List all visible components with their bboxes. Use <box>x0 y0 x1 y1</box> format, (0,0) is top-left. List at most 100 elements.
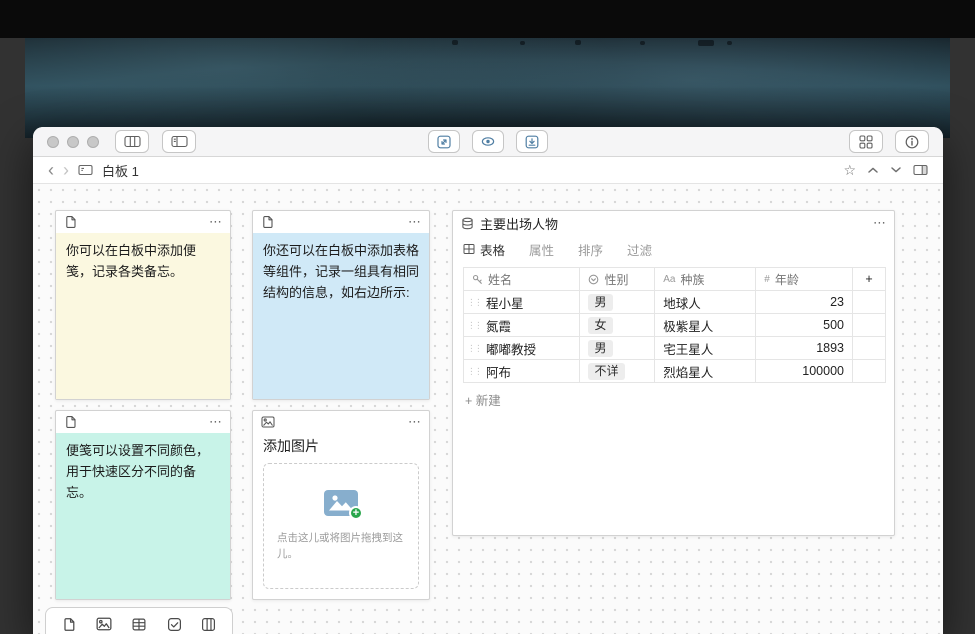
download-button[interactable] <box>516 130 548 153</box>
cell-name[interactable]: ⋮⋮阿布 <box>464 360 580 383</box>
columns-view-button[interactable] <box>115 130 149 153</box>
split-view-button[interactable] <box>913 164 928 176</box>
back-button[interactable]: ‹ <box>48 160 54 180</box>
wallpaper-artifact <box>640 41 645 45</box>
table-card-header: 主要出场人物 ⋯ <box>453 211 894 235</box>
more-icon[interactable]: ⋯ <box>873 218 886 228</box>
table-card[interactable]: 主要出场人物 ⋯ 表格 属性 排序 过滤 <box>452 210 895 536</box>
traffic-lights <box>47 136 99 148</box>
wallpaper-artifact <box>452 40 458 45</box>
cell-name[interactable]: ⋮⋮嘟嘟教授 <box>464 337 580 360</box>
cell-name[interactable]: ⋮⋮氮霞 <box>464 314 580 337</box>
dropzone-hint: 点击这儿或将图片拖拽到这儿。 <box>277 530 405 562</box>
info-button[interactable] <box>895 130 929 153</box>
fit-screen-button[interactable] <box>428 130 460 153</box>
document-navbar: ‹ › 白板 1 ☆ <box>33 157 943 184</box>
add-image-icon: + <box>324 490 358 516</box>
note-icon <box>261 215 275 229</box>
info-icon <box>904 134 920 150</box>
cell-age[interactable]: 23 <box>756 291 853 314</box>
minimize-button[interactable] <box>67 136 79 148</box>
add-table-button[interactable] <box>131 617 147 632</box>
cell-species[interactable]: 地球人 <box>655 291 756 314</box>
cell-age[interactable]: 500 <box>756 314 853 337</box>
cell-gender[interactable]: 男 <box>580 291 655 314</box>
number-field-icon: # <box>764 274 770 285</box>
column-header-name[interactable]: 姓名 <box>464 268 580 291</box>
insert-toolbar <box>45 607 233 634</box>
forward-button[interactable]: › <box>63 160 69 180</box>
cell-empty[interactable] <box>853 337 886 360</box>
add-todo-button[interactable] <box>167 617 182 632</box>
cell-species[interactable]: 宅王星人 <box>655 337 756 360</box>
cell-gender[interactable]: 不详 <box>580 360 655 383</box>
cell-empty[interactable] <box>853 291 886 314</box>
column-header-age[interactable]: # 年龄 <box>756 268 853 291</box>
kanban-icon <box>201 617 216 632</box>
image-card[interactable]: ⋯ 添加图片 + 点击这儿或将图片拖拽到这儿。 <box>252 410 430 600</box>
gender-tag: 男 <box>588 340 612 357</box>
drag-handle-icon[interactable]: ⋮⋮ <box>467 367 481 375</box>
cell-species[interactable]: 烈焰星人 <box>655 360 756 383</box>
tab-filter[interactable]: 过滤 <box>627 240 652 259</box>
more-icon[interactable]: ⋯ <box>209 417 222 427</box>
note-text[interactable]: 便笺可以设置不同颜色，用于快速区分不同的备忘。 <box>56 433 230 599</box>
note-text[interactable]: 你可以在白板中添加便笺，记录各类备忘。 <box>56 233 230 399</box>
note-icon <box>62 617 77 632</box>
chevron-up-button[interactable] <box>867 166 879 174</box>
sidebar-toggle-button[interactable] <box>162 130 196 153</box>
close-button[interactable] <box>47 136 59 148</box>
sticky-note-blue[interactable]: ⋯ 你还可以在白板中添加表格等组件，记录一组具有相同结构的信息，如右边所示: <box>252 210 430 400</box>
cell-species[interactable]: 极紫星人 <box>655 314 756 337</box>
image-dropzone[interactable]: + 点击这儿或将图片拖拽到这儿。 <box>263 463 419 589</box>
note-card-header: ⋯ <box>56 211 230 233</box>
cell-name[interactable]: ⋮⋮程小星 <box>464 291 580 314</box>
sticky-note-teal[interactable]: ⋯ 便笺可以设置不同颜色，用于快速区分不同的备忘。 <box>55 410 231 600</box>
cell-empty[interactable] <box>853 314 886 337</box>
note-text[interactable]: 你还可以在白板中添加表格等组件，记录一组具有相同结构的信息，如右边所示: <box>253 233 429 399</box>
tab-properties[interactable]: 属性 <box>529 240 554 259</box>
add-image-button[interactable] <box>96 617 112 631</box>
drag-handle-icon[interactable]: ⋮⋮ <box>467 298 481 306</box>
add-row-button[interactable]: + 新建 <box>465 390 894 409</box>
preview-button[interactable] <box>472 130 504 153</box>
fit-screen-icon <box>436 134 452 150</box>
grid-icon <box>463 243 475 255</box>
drag-handle-icon[interactable]: ⋮⋮ <box>467 344 481 352</box>
chevron-down-button[interactable] <box>890 166 902 174</box>
zoom-button[interactable] <box>87 136 99 148</box>
cell-gender[interactable]: 女 <box>580 314 655 337</box>
image-icon <box>96 617 112 631</box>
primary-key-icon <box>472 274 483 285</box>
image-card-header: ⋯ <box>253 411 429 433</box>
tab-sort[interactable]: 排序 <box>578 240 603 259</box>
table-row: ⋮⋮阿布 不详 烈焰星人 100000 <box>464 360 886 383</box>
whiteboard-canvas[interactable]: ⋯ 你可以在白板中添加便笺，记录各类备忘。 ⋯ 你还可以在白板中添加表格等组件，… <box>33 184 943 634</box>
sticky-note-yellow[interactable]: ⋯ 你可以在白板中添加便笺，记录各类备忘。 <box>55 210 231 400</box>
more-icon[interactable]: ⋯ <box>209 217 222 227</box>
cell-age[interactable]: 100000 <box>756 360 853 383</box>
apps-grid-button[interactable] <box>849 130 883 153</box>
cell-gender[interactable]: 男 <box>580 337 655 360</box>
preview-eye-icon <box>480 136 496 147</box>
tab-table[interactable]: 表格 <box>463 240 505 259</box>
cell-age[interactable]: 1893 <box>756 337 853 360</box>
table-row: ⋮⋮氮霞 女 极紫星人 500 <box>464 314 886 337</box>
image-icon <box>261 416 275 428</box>
add-column-button[interactable]: + <box>853 268 886 291</box>
more-icon[interactable]: ⋯ <box>408 217 421 227</box>
note-card-header: ⋯ <box>253 211 429 233</box>
more-icon[interactable]: ⋯ <box>408 417 421 427</box>
add-note-button[interactable] <box>62 617 77 632</box>
drag-handle-icon[interactable]: ⋮⋮ <box>467 321 481 329</box>
column-header-gender[interactable]: 性别 <box>580 268 655 291</box>
favorite-star-button[interactable]: ☆ <box>843 163 856 177</box>
wallpaper-artifact <box>698 40 714 46</box>
gender-tag: 不详 <box>588 363 624 380</box>
add-board-button[interactable] <box>201 617 216 632</box>
navbar-right-icons: ☆ <box>843 163 928 177</box>
cell-empty[interactable] <box>853 360 886 383</box>
screenshot-top-bezel <box>0 0 975 38</box>
column-header-species[interactable]: Aa 种族 <box>655 268 756 291</box>
window-titlebar <box>33 127 943 157</box>
